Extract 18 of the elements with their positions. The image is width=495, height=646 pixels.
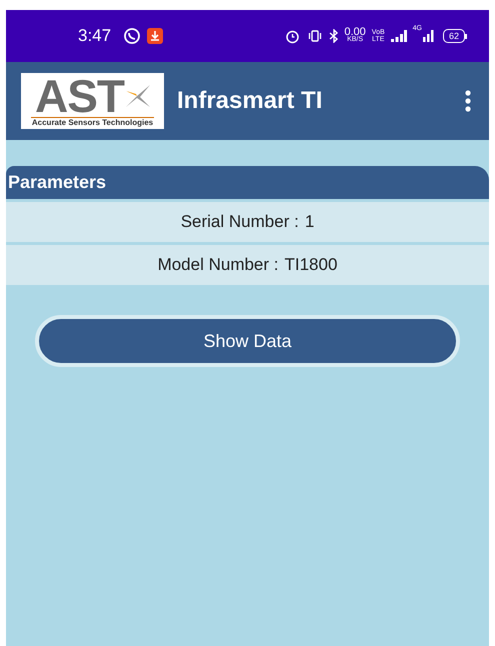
parameter-label: Model Number : (158, 254, 278, 276)
show-data-button[interactable]: Show Data (35, 315, 460, 367)
parameter-value: TI1800 (284, 254, 338, 276)
vibrate-icon (308, 29, 322, 43)
logo: AST Accurate Sensors Technologies (21, 73, 164, 129)
parameters-header: Parameters (6, 166, 489, 199)
parameter-value: 1 (304, 211, 314, 234)
parameter-label: Serial Number : (180, 211, 299, 234)
app-title: Infrasmart TI (177, 86, 322, 116)
signal-icon (422, 30, 435, 42)
alarm-icon (285, 28, 300, 44)
download-app-icon (147, 28, 164, 44)
chat-icon (123, 27, 142, 45)
signal-icon (390, 30, 407, 42)
bluetooth-icon (329, 29, 340, 43)
more-options-icon[interactable] (465, 90, 471, 112)
status-time: 3:47 (78, 25, 112, 48)
battery-indicator: 62 (442, 29, 467, 43)
